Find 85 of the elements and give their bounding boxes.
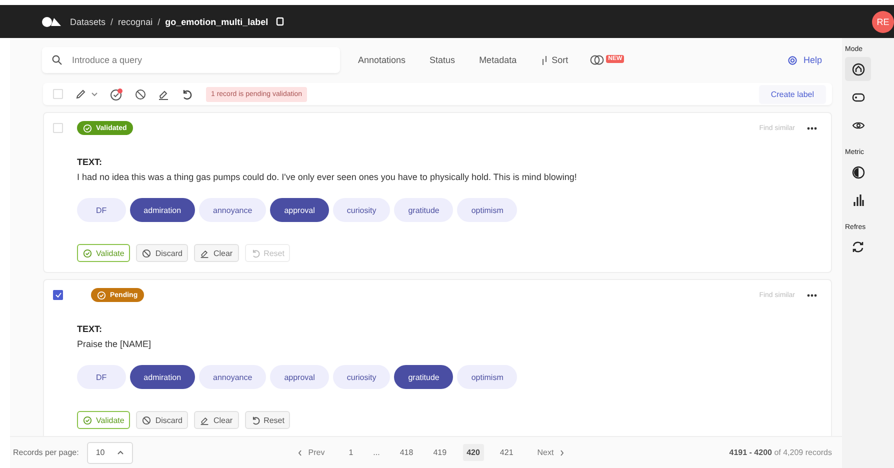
- check-circle-icon: [83, 124, 92, 132]
- breadcrumb-separator: /: [158, 16, 160, 26]
- validate-icon[interactable]: [110, 88, 123, 100]
- chevron-down-icon[interactable]: [91, 92, 98, 96]
- clear-button[interactable]: Clear: [194, 411, 239, 429]
- next-page-link[interactable]: Next: [537, 448, 564, 457]
- explore-icon: [852, 62, 864, 76]
- page-number[interactable]: 418: [396, 444, 418, 461]
- record-text: I had no idea this was a thing gas pumps could do. I've only ever seen ones you have to physically hold. This is mind blowing!: [77, 172, 578, 182]
- validate-button[interactable]: Validate: [77, 244, 130, 262]
- sort-button[interactable]: Sort: [540, 55, 568, 65]
- half-circle-icon: [852, 166, 864, 178]
- label-chip[interactable]: DF: [77, 198, 126, 222]
- label-chip[interactable]: annoyance: [199, 198, 266, 222]
- page-number[interactable]: 420: [462, 444, 484, 461]
- label-chip[interactable]: optimism: [457, 198, 518, 222]
- logo-icon: [42, 16, 62, 26]
- search-field[interactable]: Introduce a query: [42, 47, 340, 73]
- sort-icon: [540, 56, 548, 64]
- bar-chart-icon: [852, 194, 864, 206]
- similarity-icon[interactable]: [590, 55, 604, 65]
- tag-icon: [852, 92, 864, 102]
- chevron-right-icon: [560, 450, 564, 456]
- copy-icon[interactable]: [276, 17, 284, 26]
- breadcrumb-separator: /: [110, 16, 114, 26]
- pencil-icon[interactable]: [75, 88, 86, 100]
- label-chip[interactable]: approval: [270, 365, 329, 389]
- refresh-icon: [852, 241, 864, 253]
- eraser-icon: [200, 248, 210, 258]
- select-all-checkbox[interactable]: [53, 89, 63, 99]
- chevron-left-icon: [298, 450, 302, 456]
- label-chip[interactable]: curiosity: [332, 198, 390, 222]
- previous-page-link[interactable]: Prev: [298, 448, 325, 457]
- search-icon: [52, 55, 62, 65]
- more-options-icon[interactable]: [807, 126, 817, 130]
- eye-icon: [852, 120, 864, 130]
- eraser-icon[interactable]: [158, 88, 169, 100]
- filter-dropdown[interactable]: Annotations: [358, 55, 406, 65]
- eraser-icon: [200, 416, 210, 424]
- page-number[interactable]: 1: [344, 444, 358, 461]
- validate-button[interactable]: Validate: [77, 411, 130, 429]
- undo-icon[interactable]: [181, 88, 192, 100]
- check-circle-icon: [83, 416, 92, 424]
- discard-icon[interactable]: [135, 88, 146, 100]
- create-label-button[interactable]: Create label: [758, 84, 826, 104]
- label-chip[interactable]: admiration: [130, 198, 196, 222]
- undo-icon: [250, 248, 260, 258]
- label-chip[interactable]: annoyance: [199, 365, 266, 389]
- discard-button[interactable]: Discard: [136, 411, 188, 429]
- undo-icon: [250, 416, 260, 424]
- reset-button[interactable]: Reset: [244, 411, 290, 429]
- record-checkbox[interactable]: [53, 290, 63, 300]
- records-per-page-label: Records per page:: [13, 448, 79, 457]
- page-number[interactable]: ...: [369, 444, 384, 461]
- breadcrumb-link[interactable]: Datasets: [70, 16, 106, 26]
- label-chip[interactable]: gratitude: [394, 365, 454, 389]
- check-circle-icon: [83, 248, 92, 258]
- filter-dropdown[interactable]: Status: [430, 55, 456, 65]
- label-chip[interactable]: DF: [77, 365, 126, 389]
- help-icon: [788, 56, 798, 64]
- field-label: TEXT:: [77, 324, 104, 334]
- breadcrumb-link[interactable]: go_emotion_multi_label: [165, 16, 268, 26]
- discard-icon: [142, 248, 152, 258]
- records-range: 4191 - 4200 of 4,209 records: [729, 448, 832, 457]
- discard-button[interactable]: Discard: [136, 244, 188, 262]
- breadcrumb-link[interactable]: recognai: [118, 16, 153, 26]
- more-options-icon[interactable]: [807, 294, 817, 296]
- filter-dropdown[interactable]: Metadata: [479, 55, 517, 65]
- chevron-up-icon: [116, 450, 124, 455]
- search-input[interactable]: Introduce a query: [70, 54, 330, 66]
- label-chip[interactable]: gratitude: [394, 198, 454, 222]
- label-chip[interactable]: approval: [270, 198, 329, 222]
- clear-button[interactable]: Clear: [194, 244, 239, 262]
- label-chip[interactable]: curiosity: [332, 365, 390, 389]
- explore-mode-button[interactable]: [845, 57, 871, 81]
- discard-icon: [142, 416, 152, 424]
- page-number[interactable]: 419: [429, 444, 451, 461]
- label-chip[interactable]: admiration: [130, 365, 196, 389]
- help-link[interactable]: Help: [788, 55, 822, 65]
- label-chip[interactable]: optimism: [457, 365, 518, 389]
- check-circle-icon: [97, 290, 106, 300]
- record-text: Praise the [NAME]: [77, 339, 152, 349]
- page-number[interactable]: 421: [496, 444, 518, 461]
- records-per-page-dropdown[interactable]: 10: [86, 442, 133, 464]
- field-label: TEXT:: [77, 157, 104, 167]
